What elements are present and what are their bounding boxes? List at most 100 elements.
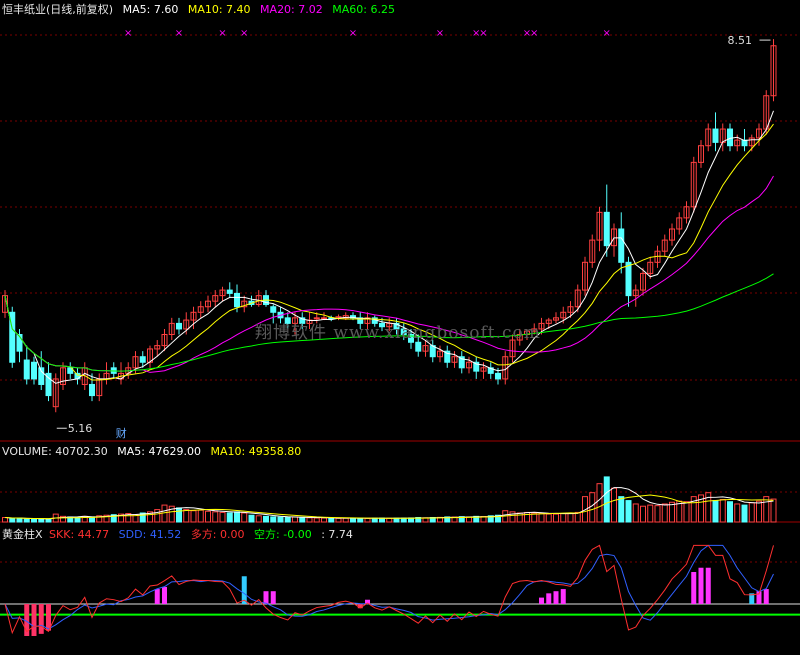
volume-bar [683,501,690,523]
price-annotations: 8.51 5.16 财 [56,34,771,440]
signal-marker: × [124,28,132,39]
candle-body [625,261,632,297]
volume-bar [176,507,182,523]
signal-marker: × [479,28,487,39]
signal-markers: × × × × × × ×× ×× × [124,28,611,39]
volume-bar [603,476,610,523]
volume-bar [357,517,364,523]
indicator-bar [691,572,697,604]
volume-bar [306,517,313,523]
candle-body [618,228,625,263]
volume-bar [321,517,327,523]
volume-bar [31,518,37,523]
candle-body [270,306,277,313]
volume-bar [299,516,306,523]
volume-bar [197,509,204,523]
candle-body [226,289,233,294]
candle-body [234,292,240,308]
candle-body [31,361,37,380]
volume-bar [219,511,226,523]
candle-body [23,359,30,380]
indicator-bar [270,591,276,604]
volume-bar [284,516,291,523]
volume-bar [342,517,349,523]
volume-bar [545,513,552,523]
signal-marker: × [218,28,226,39]
volume-bar [560,513,567,523]
volume-bar [741,504,748,523]
volume-bar [386,517,393,523]
indicator-bar [38,604,44,634]
indicator-bar [705,567,711,604]
candle-body [139,356,146,363]
indicator-bar [539,597,544,604]
indicator-bar [162,586,167,604]
volume-bar [241,512,248,523]
volume-bar [335,517,342,523]
volume-bar [553,513,559,523]
volume-bar [263,515,269,523]
volume-bar [611,487,617,523]
signal-marker: × [349,28,357,39]
candle-body [415,341,422,352]
high-price-label: 8.51 [728,34,753,47]
volume-bar [328,517,335,523]
volume-bar [212,511,219,523]
indicator-bar [763,589,769,604]
volume-bar [16,517,23,523]
indicator-bar [698,567,704,604]
volume-bar [9,518,16,523]
indicator-bar [553,591,559,604]
volume-bar [248,514,255,523]
volume-bar [647,504,654,523]
volume-bar [45,518,52,523]
candle-body [603,211,610,247]
volume-bar [364,518,371,523]
volume-bar [226,512,233,523]
volume-bar [589,492,596,523]
indicator-bar [154,589,160,604]
indicator-lines [4,544,774,635]
candle-body [176,322,182,330]
volume-bar [632,503,639,523]
indicator-bar [263,591,269,604]
volume-bar [596,483,603,523]
volume-bar [727,501,733,523]
indicator-bars[interactable] [24,567,769,636]
volume-bar [313,517,320,523]
volume-bar [654,505,661,523]
candle-body [89,383,95,397]
finance-marker[interactable]: 财 [116,426,127,440]
skk-line [4,544,774,635]
volume-bar [234,511,240,523]
candle-body [495,372,501,380]
volume-bar [190,510,197,523]
volume-bar [292,516,298,523]
volume-bar [661,503,668,523]
volume-bar [270,516,277,523]
indicator-bar [546,593,552,604]
volume-bar [23,518,30,523]
volume-bar [625,500,632,523]
candlestick-series[interactable] [2,39,777,413]
candle-body [712,128,719,143]
volume-bar [255,515,262,523]
signal-marker: × [436,28,444,39]
volume-bar [567,512,574,523]
volume-bar [2,516,8,523]
volume-bar [205,510,211,523]
volume-bar [748,502,755,523]
volume-bar [770,498,777,523]
volume-bar [734,503,741,523]
candle-body [727,128,733,147]
volume-bar [712,500,719,523]
volume-bar [538,513,545,523]
signal-marker: × [603,28,611,39]
low-price-label: 5.16 [68,422,93,435]
volume-bar [154,509,161,523]
volume-bar [669,501,675,523]
volume-bar [756,500,762,523]
watermark: 翔博软件 www.xiangbosoft.com [255,323,541,343]
volume-bar [719,498,726,523]
signal-marker: × [530,28,538,39]
